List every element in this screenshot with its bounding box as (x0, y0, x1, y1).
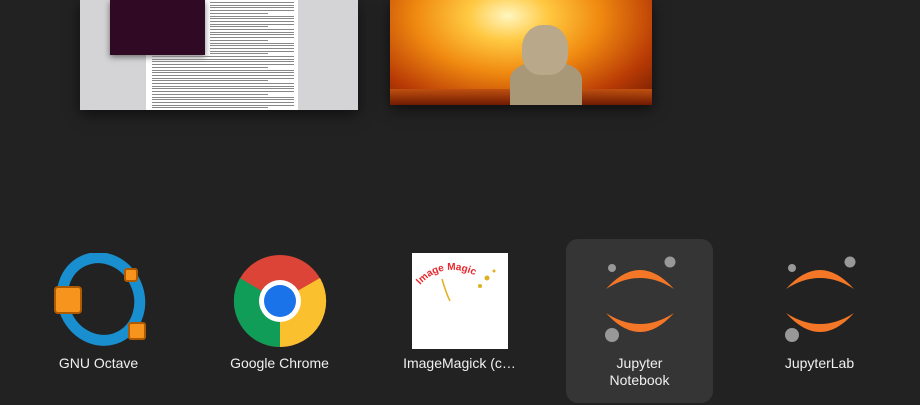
chrome-icon (233, 255, 326, 348)
text-line (210, 53, 268, 55)
text-line (210, 42, 294, 44)
text-line (152, 107, 268, 109)
text-line (152, 93, 268, 95)
text-line (210, 37, 294, 39)
app-label: JupyterLab (784, 355, 855, 371)
text-line (152, 91, 294, 93)
document-window-thumbnail[interactable] (80, 0, 358, 110)
app-label: Jupyter Notebook (609, 355, 670, 388)
text-line (210, 45, 294, 47)
text-line (210, 15, 294, 17)
text-line (210, 34, 294, 36)
app-gnu-octave[interactable]: GNU Octave (25, 239, 172, 403)
text-line (152, 74, 294, 76)
imagemagick-icon: Image Magick (411, 253, 508, 349)
text-line (152, 83, 294, 84)
text-line (210, 26, 268, 28)
text-line (152, 85, 294, 87)
text-line (210, 31, 294, 33)
text-line (210, 2, 294, 3)
text-line (152, 77, 294, 79)
app-imagemagick[interactable]: Image Magick ImageMagick (c… (386, 239, 533, 403)
octave-icon (53, 253, 146, 346)
text-line (152, 96, 294, 98)
cat-head (522, 25, 568, 75)
text-line (152, 104, 294, 106)
text-line (152, 101, 294, 103)
text-line (210, 12, 268, 14)
text-line (210, 4, 294, 6)
text-line (152, 56, 294, 57)
app-label: Google Chrome (230, 355, 329, 371)
text-line (152, 99, 294, 101)
jupyter-notebook-icon (604, 256, 675, 342)
text-line (210, 7, 294, 9)
text-line (210, 50, 294, 52)
text-line (152, 80, 268, 82)
text-line (152, 61, 294, 63)
text-line (152, 58, 294, 60)
text-line (152, 64, 294, 66)
app-jupyter-notebook[interactable]: Jupyter Notebook (566, 239, 713, 403)
text-line (210, 10, 294, 12)
text-line (152, 66, 268, 68)
jupyterlab-icon (784, 256, 855, 342)
app-jupyterlab[interactable]: JupyterLab (746, 239, 893, 403)
app-google-chrome[interactable]: Google Chrome (206, 239, 353, 403)
text-line (210, 18, 294, 20)
text-line (210, 39, 268, 41)
image-viewer-window-thumbnail[interactable] (390, 0, 652, 105)
text-line (152, 72, 294, 74)
text-line (210, 23, 294, 25)
app-label: GNU Octave (58, 355, 139, 371)
text-line (210, 20, 294, 22)
text-line (210, 29, 294, 30)
app-label: ImageMagick (c… (403, 355, 516, 371)
text-line (210, 47, 294, 49)
text-line (152, 69, 294, 71)
terminal-screenshot (110, 0, 205, 55)
text-line (152, 88, 294, 90)
